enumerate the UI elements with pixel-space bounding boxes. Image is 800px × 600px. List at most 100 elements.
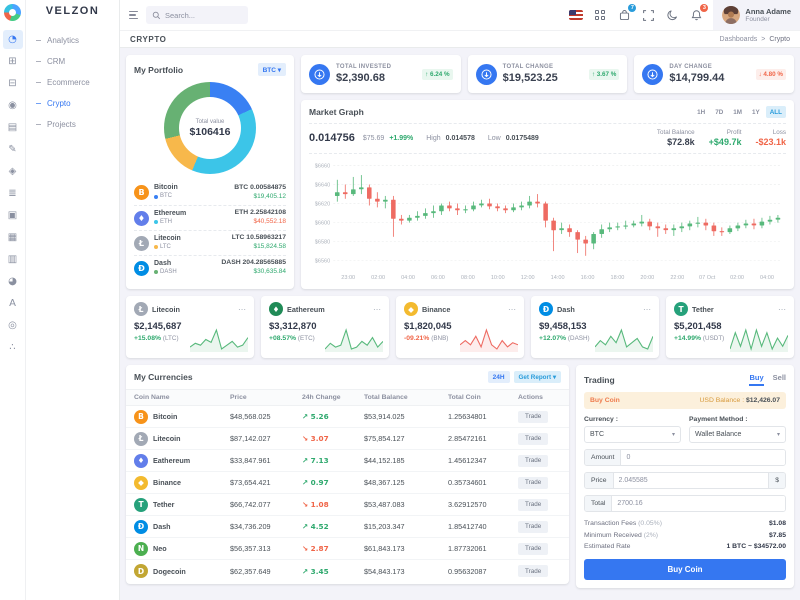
more-options-icon[interactable]: ⋯ — [508, 305, 516, 314]
bitcoin-icon: B — [134, 185, 149, 200]
web-apps-icon[interactable] — [593, 8, 607, 22]
balance-cell: $48,367.125 — [364, 478, 405, 487]
payment-method-select[interactable]: Wallet Balance ▾ — [689, 426, 786, 443]
base-ui-icon[interactable]: ◈ — [3, 162, 23, 181]
tether-icon: T — [674, 302, 688, 316]
sidebar-item-crm[interactable]: CRM — [26, 51, 119, 72]
portfolio-currency-select[interactable]: BTC ▾ — [257, 63, 286, 76]
fullscreen-icon[interactable] — [641, 8, 655, 22]
trade-button[interactable]: Trade — [518, 542, 549, 555]
breadcrumb-separator: > — [761, 35, 766, 43]
forms-icon[interactable]: ▦ — [3, 228, 23, 247]
trade-button[interactable]: Trade — [518, 476, 549, 489]
brand-logo-icon[interactable] — [4, 4, 21, 21]
cart-icon[interactable]: 7 — [617, 4, 637, 22]
authentication-icon[interactable]: ◉ — [3, 96, 23, 115]
apps-icon[interactable]: ⊞ — [3, 52, 23, 71]
advance-ui-icon[interactable]: ≣ — [3, 184, 23, 203]
portfolio-coin-row: Ł Litecoin LTC LTC 10.58963217 $15,824.58 — [134, 230, 286, 255]
sidebar-item-projects[interactable]: Projects — [26, 114, 119, 135]
coin-symbol: ETH — [154, 219, 186, 227]
column-header: Actions — [518, 394, 543, 401]
stat-value: $72.8k — [667, 137, 695, 148]
timeframe-all[interactable]: ALL — [765, 106, 786, 118]
actions-cell: Trade — [518, 410, 553, 423]
svg-text:06:00: 06:00 — [431, 275, 445, 281]
dash-icon: Đ — [539, 302, 553, 316]
language-flag-icon[interactable] — [569, 8, 584, 22]
coin-card-unit: (LTC) — [162, 335, 179, 342]
coin-cell: ♦ Eathereum — [134, 453, 230, 468]
trade-button[interactable]: Trade — [518, 520, 549, 533]
tab-buy[interactable]: Buy — [749, 373, 764, 386]
timeframe-1h[interactable]: 1H — [693, 106, 709, 118]
my-currencies-card: My Currencies 24H Get Report ▾ Coin Name… — [126, 365, 569, 584]
icons-icon[interactable]: A — [3, 294, 23, 313]
user-menu[interactable]: Anna Adame Founder — [713, 0, 800, 30]
charts-icon[interactable]: ◕ — [3, 272, 23, 291]
more-options-icon[interactable]: ⋯ — [643, 305, 651, 314]
tables-icon[interactable]: ▥ — [3, 250, 23, 269]
more-options-icon[interactable]: ⋯ — [238, 305, 246, 314]
coin-card-header: ♦ Eathereum ⋯ — [269, 302, 381, 316]
landing-icon[interactable]: ✎ — [3, 140, 23, 159]
search-input[interactable] — [165, 10, 242, 20]
coin-card-name: Dash — [557, 304, 575, 314]
breadcrumb-dashboards[interactable]: Dashboards — [720, 36, 758, 43]
widgets-icon[interactable]: ▣ — [3, 206, 23, 225]
menu-toggle-icon[interactable] — [129, 10, 138, 20]
trade-button[interactable]: Trade — [518, 498, 549, 511]
more-options-icon[interactable]: ⋯ — [778, 305, 786, 314]
trade-button[interactable]: Trade — [518, 410, 549, 423]
timeframe-1y[interactable]: 1Y — [748, 106, 764, 118]
svg-text:16:00: 16:00 — [581, 275, 595, 281]
total-input[interactable] — [612, 496, 785, 511]
dash-icon — [36, 124, 41, 125]
price-input[interactable] — [613, 473, 769, 488]
timeframe-7d[interactable]: 7D — [711, 106, 727, 118]
currencies-title: My Currencies — [134, 372, 193, 382]
sidebar-item-crypto[interactable]: Crypto — [26, 93, 119, 114]
coin-value: $30,635.84 — [253, 268, 286, 276]
sidebar-item-ecommerce[interactable]: Ecommerce — [26, 72, 119, 93]
search-box[interactable] — [146, 6, 248, 24]
trade-button[interactable]: Trade — [518, 454, 549, 467]
summary-label: TOTAL CHANGE — [502, 64, 554, 71]
timeframe-1m[interactable]: 1M — [729, 106, 746, 118]
range-24h-button[interactable]: 24H — [487, 371, 510, 383]
amount-input[interactable] — [621, 450, 785, 465]
sidebar-item-analytics[interactable]: Analytics — [26, 30, 119, 51]
maps-icon[interactable]: ◎ — [3, 316, 23, 335]
tab-sell[interactable]: Sell — [773, 373, 786, 386]
trade-summary: Transaction Fees (0.05%) $1.08 Minimum Rec… — [584, 520, 786, 550]
detail-label: Estimated Rate — [584, 543, 631, 550]
notifications-icon[interactable]: 3 — [689, 4, 709, 22]
actions-cell: Trade — [518, 432, 553, 445]
trade-button[interactable]: Trade — [518, 432, 549, 445]
get-report-button[interactable]: Get Report ▾ — [513, 371, 561, 383]
arrow-circle-icon — [475, 63, 497, 85]
dashboards-icon[interactable]: ◔ — [2, 30, 23, 49]
actions-cell: Trade — [518, 454, 553, 467]
currencies-table-header: Coin Name Price 24h Change Total Balance Tot… — [126, 389, 569, 406]
coin-amount: DASH 204.28565885 — [221, 259, 286, 267]
trade-button[interactable]: Trade — [518, 565, 549, 577]
timeframe-buttons: 1H 7D 1M 1Y ALL — [693, 106, 786, 118]
layouts-icon[interactable]: ⊟ — [3, 74, 23, 93]
page-header: CRYPTO Dashboards > Crypto — [120, 30, 800, 48]
currency-select[interactable]: BTC ▾ — [584, 426, 681, 443]
coin-cell: N Neo — [134, 541, 230, 556]
multi-level-icon[interactable]: ∴ — [3, 338, 23, 357]
price-addon: Price — [585, 473, 614, 488]
buy-coin-button[interactable]: Buy Coin — [584, 558, 786, 580]
more-options-icon[interactable]: ⋯ — [373, 305, 381, 314]
coin-cell: B Bitcoin — [134, 409, 230, 424]
brand-name[interactable]: VELZON — [26, 5, 119, 17]
coin-texts: Litecoin LTC — [154, 235, 181, 251]
balance-cell: $75,854.127 — [364, 434, 405, 443]
pages-icon[interactable]: ▤ — [3, 118, 23, 137]
usd-balance-label: USD Balance : — [699, 397, 745, 404]
price-cell: $73,654.421 — [230, 478, 271, 487]
dark-mode-icon[interactable] — [665, 8, 679, 22]
market-balance-stats: Total Balance $72.8k Profit +$49.7k Loss -$23… — [657, 128, 786, 148]
